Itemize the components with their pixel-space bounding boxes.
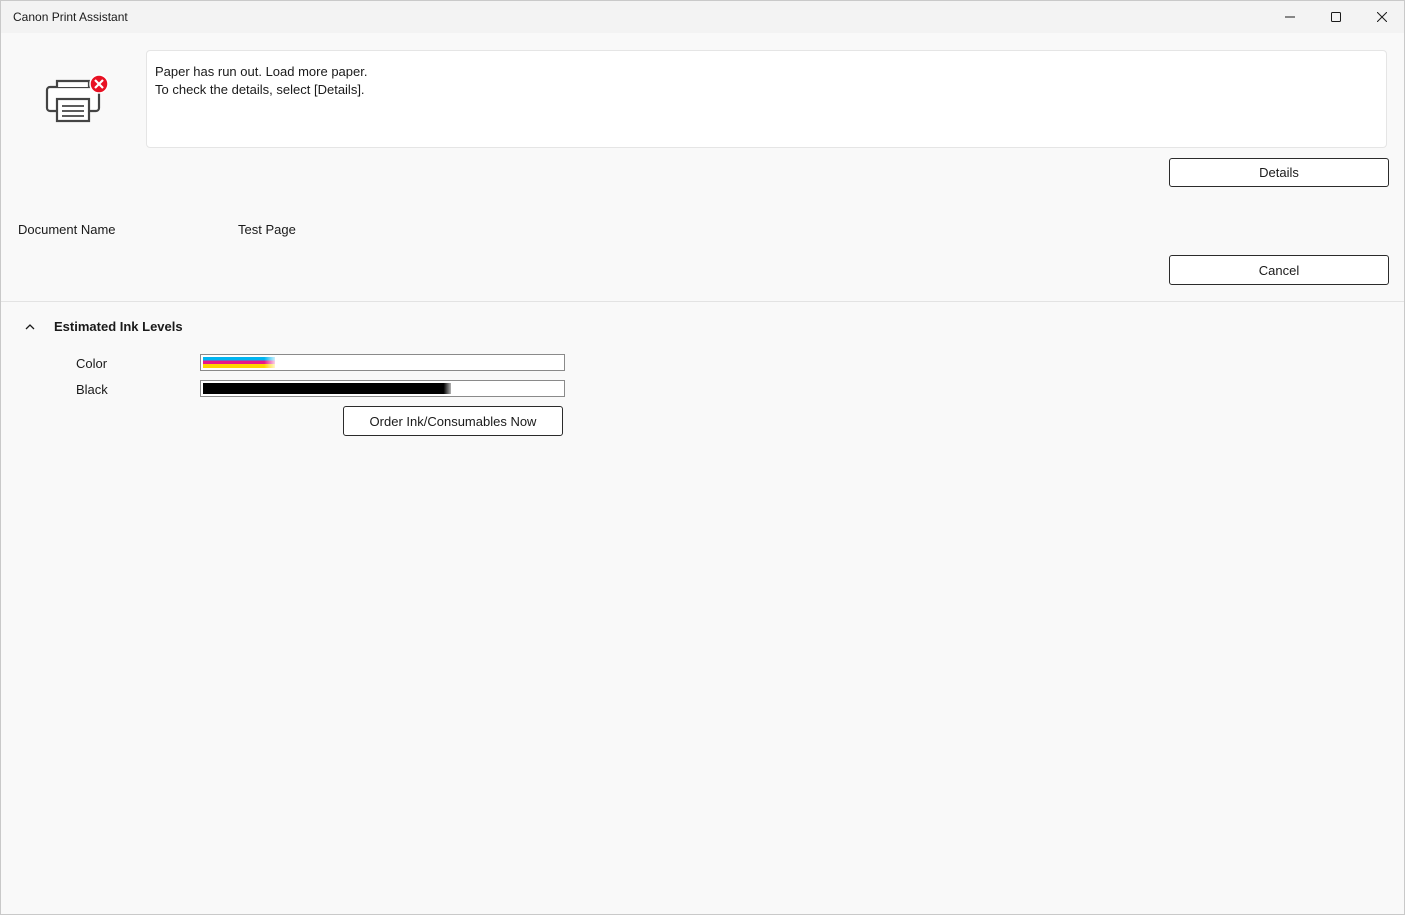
ink-levels-section-title[interactable]: Estimated Ink Levels: [54, 319, 183, 334]
title-bar[interactable]: Canon Print Assistant: [1, 1, 1404, 33]
status-message-line-1: Paper has run out. Load more paper.: [155, 64, 368, 79]
color-ink-fill: [203, 357, 275, 368]
cancel-button[interactable]: Cancel: [1169, 255, 1389, 285]
color-ink-level-bar: [200, 354, 565, 371]
printer-error-icon: [45, 74, 109, 123]
color-ink-label: Color: [76, 356, 108, 371]
status-message-box: Paper has run out. Load more paper. To c…: [146, 50, 1387, 148]
status-message-line-2: To check the details, select [Details].: [155, 82, 365, 97]
print-assistant-window: Canon Print Assistant Paper has run out.…: [0, 0, 1405, 915]
details-button[interactable]: Details: [1169, 158, 1389, 187]
document-name-value: Test Page: [238, 222, 296, 237]
black-ink-level-bar: [200, 380, 565, 397]
window-title: Canon Print Assistant: [13, 10, 128, 24]
maximize-button[interactable]: [1313, 1, 1359, 33]
document-name-label: Document Name: [18, 222, 116, 237]
black-ink-label: Black: [76, 382, 108, 397]
close-button[interactable]: [1359, 1, 1404, 33]
black-ink-fill: [203, 383, 451, 394]
maximize-icon: [1331, 12, 1341, 22]
order-ink-button[interactable]: Order Ink/Consumables Now: [343, 406, 563, 436]
minimize-button[interactable]: [1267, 1, 1313, 33]
chevron-up-icon[interactable]: [23, 320, 37, 334]
close-icon: [1377, 12, 1387, 22]
divider: [1, 301, 1404, 302]
minimize-icon: [1285, 16, 1295, 18]
